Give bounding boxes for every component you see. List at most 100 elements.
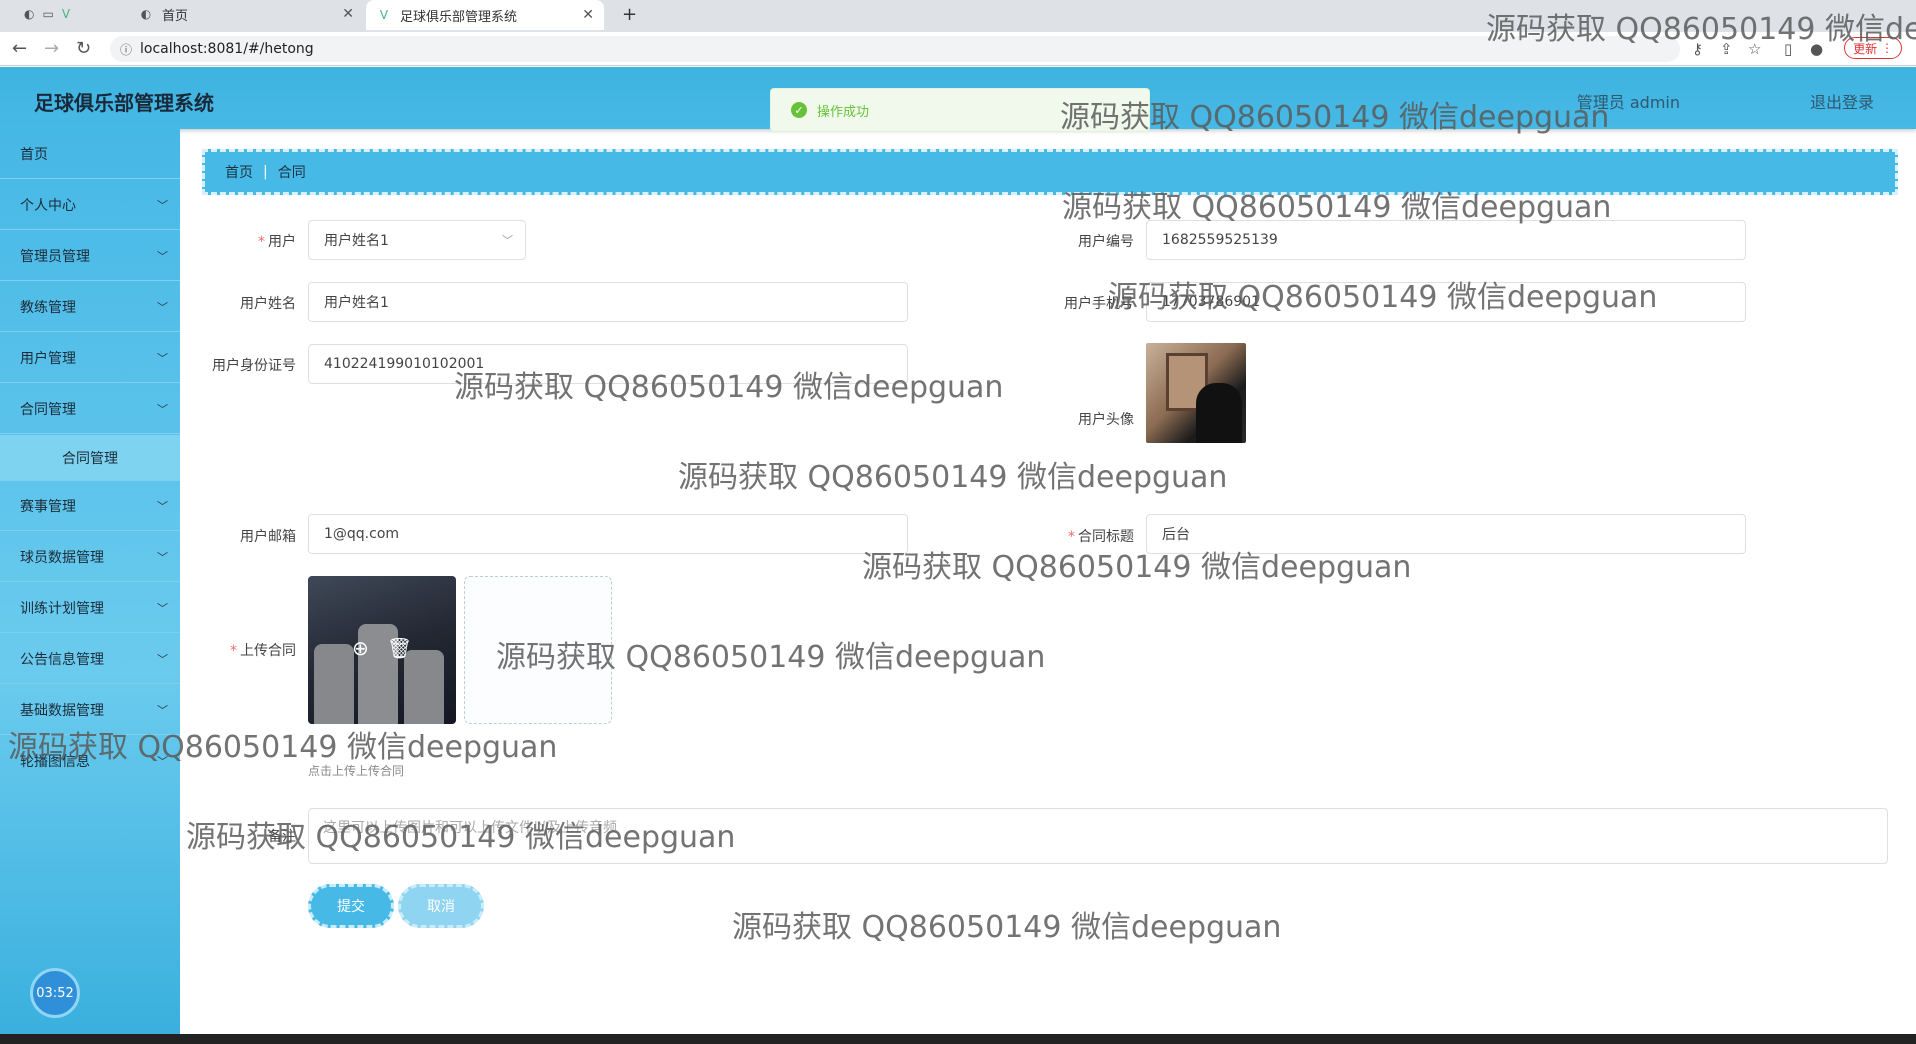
sidebar-subitem-contract-manage[interactable]: 合同管理 bbox=[0, 435, 180, 481]
browser-tab-home[interactable]: ◐ 首页 ✕ bbox=[128, 0, 364, 28]
profile-icon[interactable]: ● bbox=[1810, 40, 1823, 58]
update-label: 更新 bbox=[1853, 41, 1878, 56]
user-email-field[interactable]: 1@qq.com bbox=[308, 514, 908, 554]
breadcrumb: 首页 | 合同 bbox=[202, 149, 1898, 195]
vue-icon: V bbox=[61, 7, 71, 21]
sidebar-item-matches[interactable]: 赛事管理 ﹀ bbox=[0, 481, 180, 531]
breadcrumb-home[interactable]: 首页 bbox=[225, 162, 253, 182]
tab-label: 首页 bbox=[162, 8, 189, 24]
submit-button[interactable]: 提交 bbox=[308, 884, 394, 928]
sidebar-item-users[interactable]: 用户管理 ﹀ bbox=[0, 333, 180, 383]
blank-tab-icon: ▭ bbox=[42, 7, 54, 21]
chevron-down-icon: ﹀ bbox=[157, 198, 168, 212]
share-icon[interactable]: ⇪ bbox=[1720, 40, 1733, 58]
vue-icon: V bbox=[379, 8, 389, 22]
sidebar-item-home[interactable]: 首页 bbox=[0, 129, 180, 179]
admin-label: 管理员 admin bbox=[1576, 93, 1680, 112]
trash-icon[interactable]: 🗑 bbox=[387, 636, 412, 660]
sidebar: 首页 个人中心 ﹀ 管理员管理 ﹀ 教练管理 ﹀ 用户管理 ﹀ 合同管理 ﹀ 合同管理 赛… bbox=[0, 129, 180, 1034]
sidebar-item-carousel[interactable]: 轮播图信息 ﹀ bbox=[0, 736, 180, 786]
uploaded-contract-thumbnail[interactable]: ⊕ 🗑 bbox=[308, 576, 456, 724]
user-email-label: 用户邮箱 bbox=[240, 529, 296, 545]
upload-dropzone[interactable] bbox=[464, 576, 612, 724]
user-name-label: 用户姓名 bbox=[240, 296, 296, 312]
tab-label: 足球俱乐部管理系统 bbox=[400, 9, 518, 25]
breadcrumb-current: 合同 bbox=[277, 165, 306, 181]
upload-label: * 上传合同 bbox=[230, 643, 296, 659]
system-title: 足球俱乐部管理系统 bbox=[34, 91, 214, 115]
remark-textarea[interactable]: 这里可以上传图片和可以上传文件以及上传音频 bbox=[308, 808, 1888, 864]
url-field[interactable]: ⓘ localhost:8081/#/hetong bbox=[110, 36, 1680, 62]
check-icon: ✓ bbox=[791, 102, 807, 118]
menu-label: 公告信息管理 bbox=[20, 651, 104, 668]
user-name-field[interactable]: 用户姓名1 bbox=[308, 282, 908, 322]
key-icon[interactable]: ⚷ bbox=[1692, 40, 1703, 58]
update-button[interactable]: 更新 ⋮ bbox=[1844, 37, 1902, 59]
chevron-down-icon: ﹀ bbox=[157, 402, 168, 416]
sidepanel-icon[interactable]: ▯ bbox=[1784, 40, 1792, 58]
chevron-down-icon: ﹀ bbox=[502, 234, 513, 247]
contract-title-field[interactable]: 后台 bbox=[1146, 514, 1746, 554]
user-no-label: 用户编号 bbox=[1078, 234, 1134, 250]
chevron-down-icon: ﹀ bbox=[157, 755, 168, 768]
watermark-text: 源码获取 QQ86050149 微信deepguan bbox=[732, 910, 1282, 945]
success-toast: ✓ 操作成功 bbox=[770, 88, 1150, 132]
user-select[interactable]: 用户姓名1 ﹀ bbox=[308, 220, 526, 260]
menu-label: 首页 bbox=[20, 146, 48, 163]
user-avatar-label: 用户头像 bbox=[1078, 412, 1134, 428]
person-shape bbox=[1196, 383, 1242, 443]
menu-label: 赛事管理 bbox=[20, 498, 76, 515]
user-select-value: 用户姓名1 bbox=[324, 233, 389, 249]
user-no-field[interactable]: 1682559525139 bbox=[1146, 220, 1746, 260]
user-id-label: 用户身份证号 bbox=[212, 358, 296, 374]
menu-label: 轮播图信息 bbox=[20, 754, 90, 770]
sidebar-item-admins[interactable]: 管理员管理 ﹀ bbox=[0, 231, 180, 281]
contract-title-label: * 合同标题 bbox=[1068, 529, 1134, 545]
watermark-text: 源码获取 QQ86050149 微信deepguan bbox=[678, 460, 1228, 495]
menu-label: 用户管理 bbox=[20, 350, 76, 367]
user-avatar-image[interactable] bbox=[1146, 343, 1246, 443]
new-tab-button[interactable]: + bbox=[612, 0, 642, 28]
sidebar-item-personal[interactable]: 个人中心 ﹀ bbox=[0, 180, 180, 230]
zoom-in-icon[interactable]: ⊕ bbox=[352, 636, 369, 660]
remark-label: 备注 bbox=[268, 829, 296, 845]
chevron-down-icon: ﹀ bbox=[157, 249, 168, 263]
chevron-down-icon: ﹀ bbox=[157, 300, 168, 314]
clock-widget[interactable]: 03:52 bbox=[30, 968, 80, 1018]
chevron-down-icon: ﹀ bbox=[157, 351, 168, 365]
menu-label: 教练管理 bbox=[20, 299, 76, 316]
menu-label: 训练计划管理 bbox=[20, 600, 104, 617]
chevron-down-icon: ﹀ bbox=[157, 499, 168, 513]
user-phone-field[interactable]: 17703786901 bbox=[1146, 282, 1746, 322]
sidebar-item-notices[interactable]: 公告信息管理 ﹀ bbox=[0, 634, 180, 684]
breadcrumb-separator: | bbox=[263, 164, 268, 180]
close-icon[interactable]: ✕ bbox=[342, 6, 354, 22]
sidebar-item-contracts[interactable]: 合同管理 ﹀ bbox=[0, 384, 180, 434]
sidebar-item-coaches[interactable]: 教练管理 ﹀ bbox=[0, 282, 180, 332]
cancel-button[interactable]: 取消 bbox=[398, 884, 484, 928]
back-icon[interactable]: ← bbox=[12, 38, 27, 59]
chevron-down-icon: ﹀ bbox=[157, 703, 168, 717]
sidebar-item-training[interactable]: 训练计划管理 ﹀ bbox=[0, 583, 180, 633]
upload-tip: 点击上传上传合同 bbox=[308, 764, 405, 778]
sidebar-item-player-data[interactable]: 球员数据管理 ﹀ bbox=[0, 532, 180, 582]
pinned-tabs[interactable]: ◐ ▭ V bbox=[14, 0, 74, 28]
toast-message: 操作成功 bbox=[817, 104, 870, 120]
logout-link[interactable]: 退出登录 bbox=[1810, 89, 1874, 113]
forward-icon[interactable]: → bbox=[44, 38, 59, 59]
thumbnail-tools: ⊕ 🗑 bbox=[352, 636, 412, 660]
menu-label: 基础数据管理 bbox=[20, 702, 104, 719]
taskbar-strip bbox=[0, 1034, 1916, 1044]
user-id-field[interactable]: 410224199010102001 bbox=[308, 344, 908, 384]
star-icon[interactable]: ☆ bbox=[1748, 40, 1761, 58]
globe-icon: ◐ bbox=[24, 7, 35, 21]
menu-label: 球员数据管理 bbox=[20, 549, 104, 566]
browser-tab-active[interactable]: V 足球俱乐部管理系统 ✕ bbox=[366, 0, 604, 30]
sidebar-item-basic-data[interactable]: 基础数据管理 ﹀ bbox=[0, 685, 180, 735]
chevron-down-icon: ﹀ bbox=[157, 550, 168, 564]
close-icon[interactable]: ✕ bbox=[582, 7, 594, 23]
user-label: * 用户 bbox=[258, 234, 296, 250]
url-text: localhost:8081/#/hetong bbox=[140, 41, 314, 57]
chevron-down-icon: ﹀ bbox=[157, 652, 168, 666]
reload-icon[interactable]: ↻ bbox=[76, 38, 91, 59]
